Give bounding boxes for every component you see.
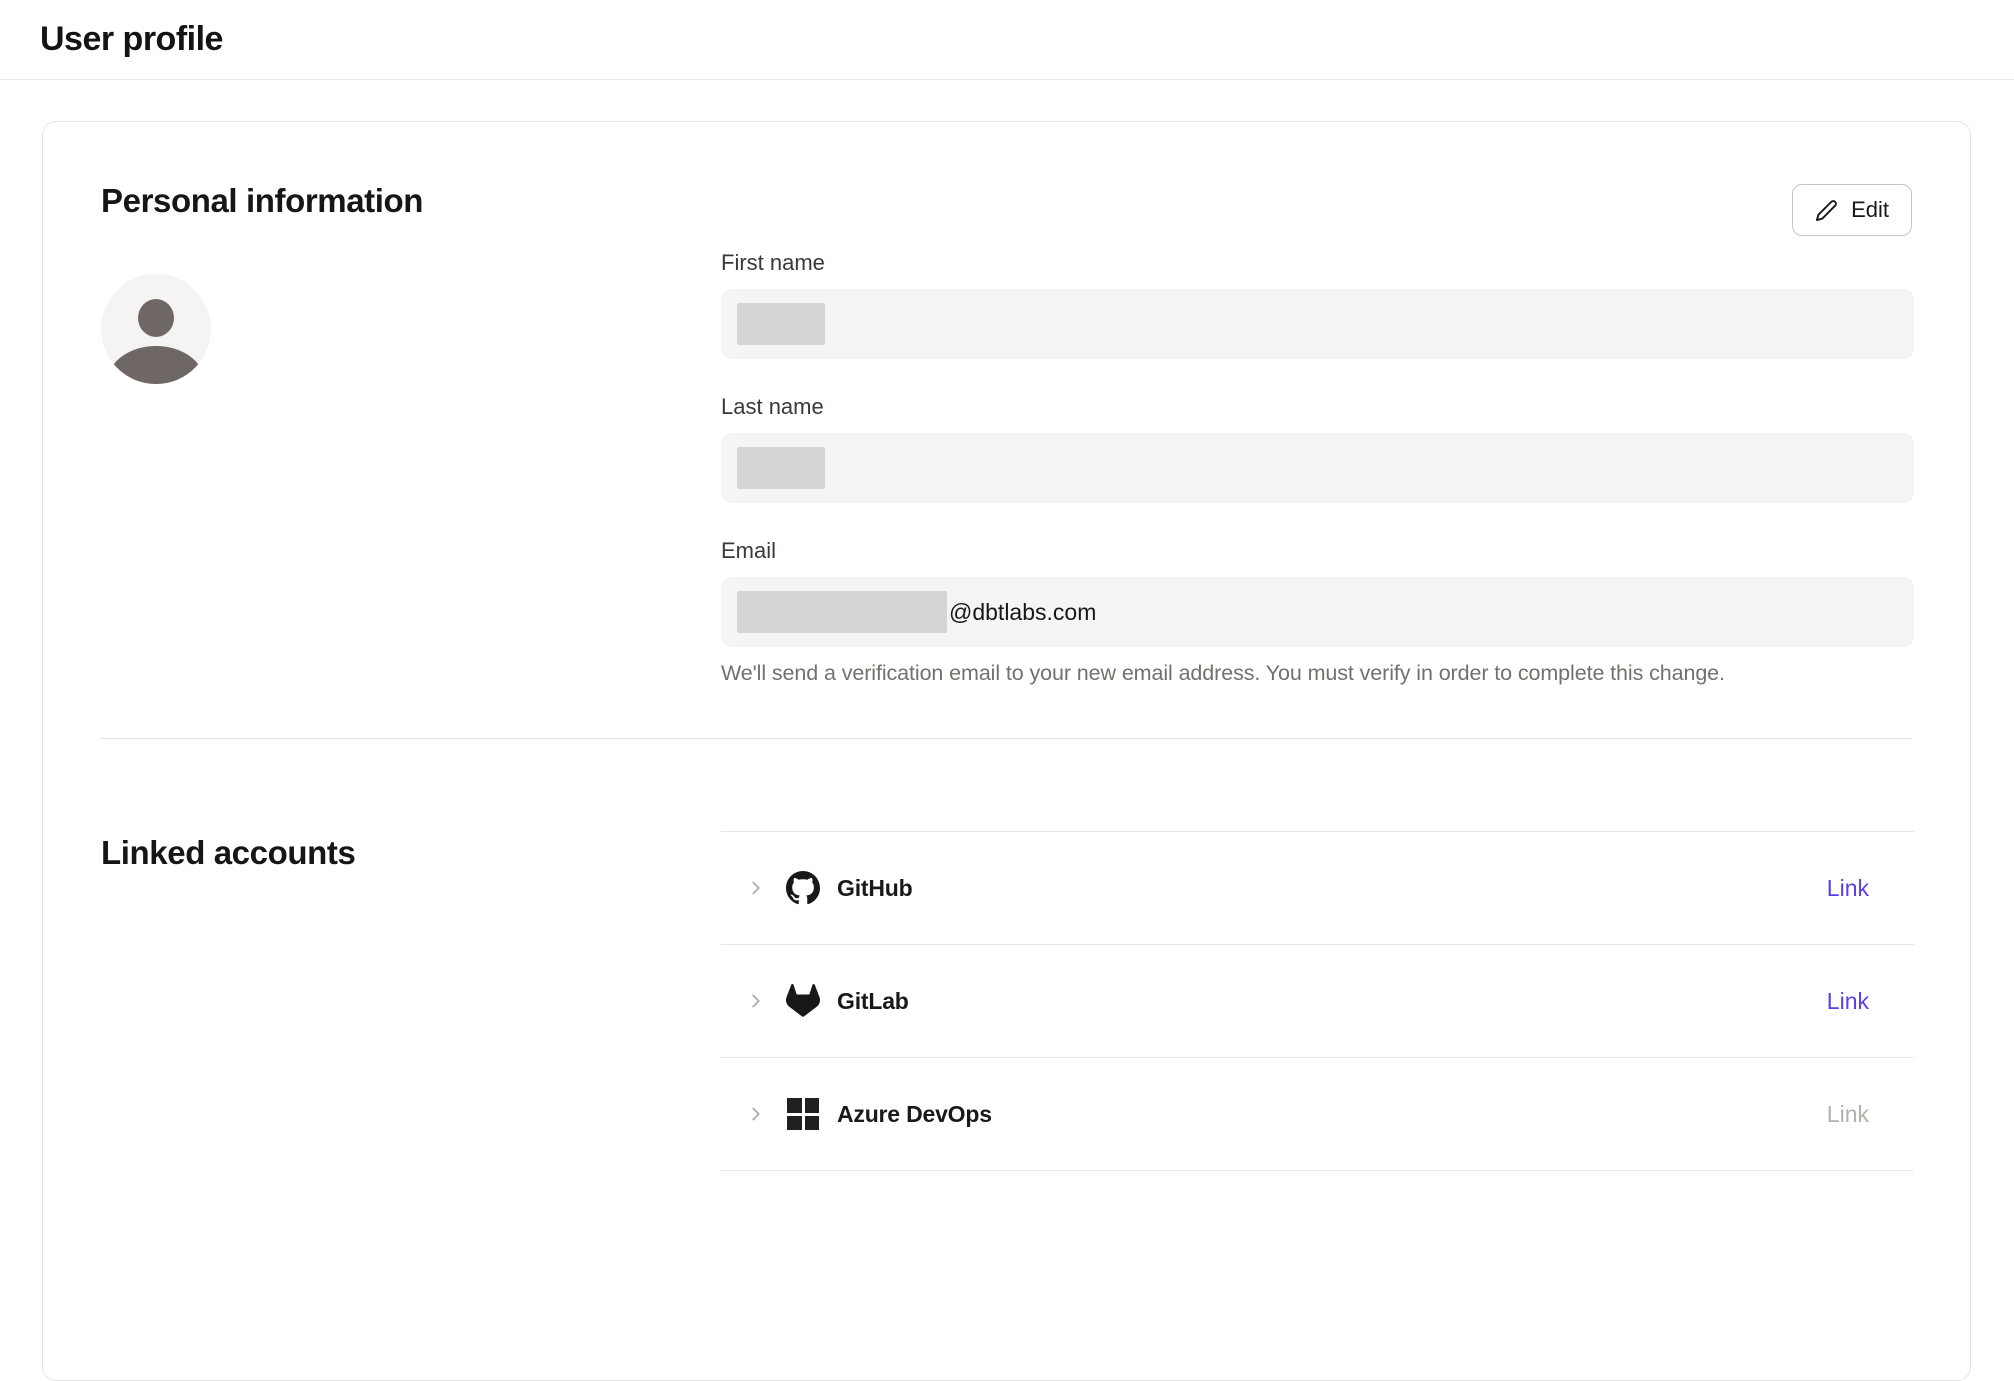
last-name-label: Last name (721, 394, 1914, 420)
gitlab-link-button[interactable]: Link (1827, 988, 1869, 1015)
linked-accounts-heading: Linked accounts (101, 834, 355, 872)
gitlab-icon (786, 984, 820, 1018)
account-name: Azure DevOps (837, 1101, 992, 1128)
first-name-label: First name (721, 250, 1914, 276)
account-row-github: GitHub Link (721, 832, 1914, 945)
page-header: User profile (0, 0, 2014, 80)
account-row-azure-devops: Azure DevOps Link (721, 1058, 1914, 1171)
edit-button-label: Edit (1851, 197, 1889, 223)
personal-info-form: First name Last name Email @dbtlabs.com … (721, 250, 1914, 686)
chevron-right-icon[interactable] (745, 877, 767, 899)
email-help-text: We'll send a verification email to your … (721, 661, 1914, 686)
chevron-right-icon[interactable] (745, 990, 767, 1012)
azure-devops-link-button-disabled: Link (1827, 1101, 1869, 1128)
avatar (101, 274, 211, 384)
github-link-button[interactable]: Link (1827, 875, 1869, 902)
personal-information-heading: Personal information (101, 182, 423, 220)
email-domain-text: @dbtlabs.com (949, 599, 1096, 626)
chevron-right-icon[interactable] (745, 1103, 767, 1125)
first-name-redacted-value (737, 303, 825, 345)
email-redacted-value (737, 591, 947, 633)
account-row-gitlab: GitLab Link (721, 945, 1914, 1058)
last-name-field[interactable] (721, 433, 1914, 503)
linked-accounts-list: GitHub Link GitLab Link Azure DevOps Lin… (721, 831, 1914, 1171)
profile-card: Personal information Edit First name Las… (42, 121, 1971, 1381)
page-title: User profile (40, 20, 223, 59)
account-name: GitLab (837, 988, 909, 1015)
last-name-redacted-value (737, 447, 825, 489)
edit-button[interactable]: Edit (1792, 184, 1912, 236)
github-icon (786, 871, 820, 905)
section-divider (101, 738, 1912, 739)
avatar-shoulders-shape (108, 346, 204, 384)
first-name-field[interactable] (721, 289, 1914, 359)
email-field[interactable]: @dbtlabs.com (721, 577, 1914, 647)
pencil-icon (1815, 199, 1838, 222)
email-label: Email (721, 538, 1914, 564)
azure-devops-icon (786, 1097, 820, 1131)
avatar-head-shape (138, 299, 174, 337)
account-name: GitHub (837, 875, 912, 902)
